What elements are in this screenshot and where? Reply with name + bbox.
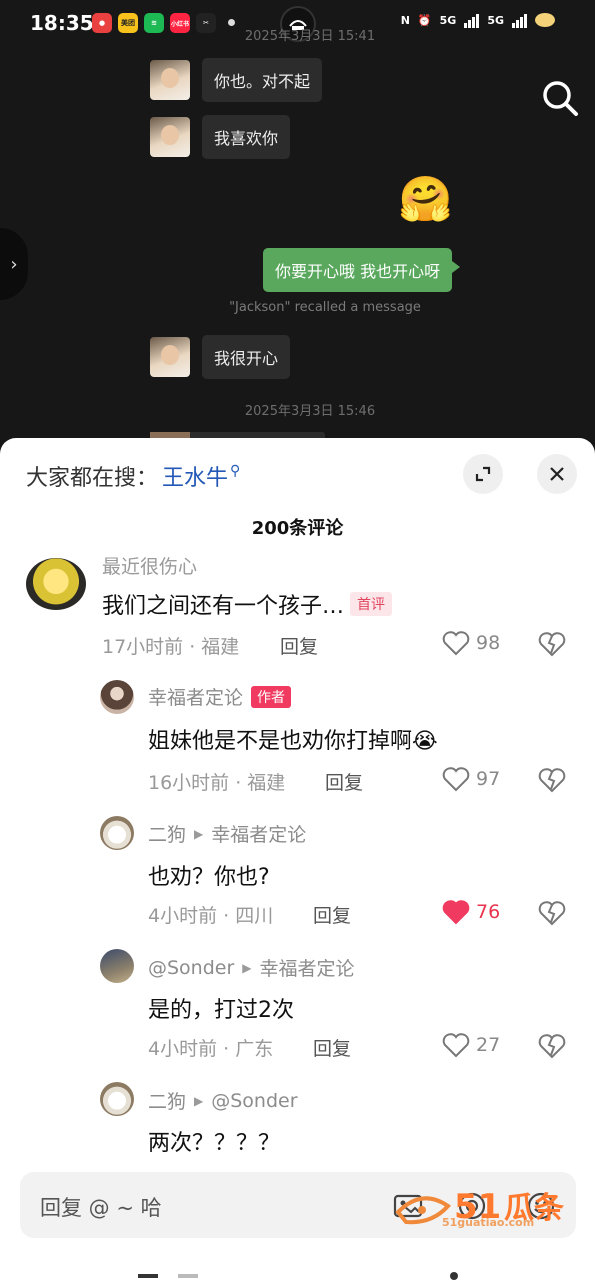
search-small-icon: ⚲ <box>230 463 241 479</box>
author-badge: 作者 <box>251 685 292 708</box>
username-text: 最近很伤心 <box>102 555 198 577</box>
close-icon <box>550 467 564 481</box>
avatar[interactable] <box>100 816 134 850</box>
chat-message: 我喜欢你 <box>150 115 291 159</box>
chat-message: 我很开心 <box>150 335 291 379</box>
comment-text: 是的，打过2次 <box>148 998 294 1023</box>
comment-text: 也劝？你也? <box>148 865 270 890</box>
comment-count: 200条评论 <box>251 518 344 539</box>
expand-side-panel-button[interactable]: › <box>0 228 28 300</box>
reply-arrow-icon: ▶ <box>242 960 252 975</box>
like-count: 76 <box>476 901 501 923</box>
avatar[interactable] <box>100 1082 134 1116</box>
bottom-nav-partial <box>138 1272 458 1280</box>
like-count: 98 <box>476 632 501 654</box>
reply-button[interactable]: 回复 <box>313 901 351 928</box>
comment-time-location: 4小时前 · 四川 <box>148 905 274 927</box>
dislike-icon[interactable] <box>538 1032 566 1060</box>
comment-time-location: 16小时前 · 福建 <box>148 772 286 794</box>
expand-icon <box>475 466 491 482</box>
chat-background: 18:35 ● 美团 ≋ 小红书 ✂ N ⏰ 5G 5G 2025年3月3日 1… <box>0 0 595 460</box>
comment-text: 两次？？？？ <box>148 1131 281 1156</box>
watermark-url: 51guatiao.com <box>442 1216 535 1229</box>
reply-to-name[interactable]: 幸福者定论 <box>260 954 355 981</box>
heart-icon <box>442 631 470 656</box>
comment-body: 我们之间还有一个孩子… <box>102 594 345 619</box>
network-label-2: 5G <box>487 13 504 27</box>
heart-filled-icon <box>442 900 470 925</box>
reply-button[interactable]: 回复 <box>313 1034 351 1061</box>
username-text: @Sonder <box>148 956 235 979</box>
first-comment-badge: 首评 <box>350 592 393 616</box>
comment-text: 姐妹他是不是也劝你打掉啊😭 <box>148 729 438 754</box>
message-bubble-outgoing: 你要开心哦 我也开心呀 <box>263 248 461 292</box>
status-time: 18:35 <box>30 11 94 35</box>
signal-icon-2 <box>512 12 527 28</box>
chat-timestamp: 2025年3月3日 15:46 <box>244 404 376 419</box>
app-icon: ● <box>92 13 112 33</box>
username-text: 二狗 <box>148 1091 187 1113</box>
username-text: 幸福者定论 <box>148 687 244 709</box>
avatar[interactable] <box>100 949 134 983</box>
like-button[interactable]: 97 <box>442 766 500 792</box>
meituan-icon: 美团 <box>118 13 138 33</box>
reply-to-name[interactable]: @Sonder <box>211 1090 297 1112</box>
like-button[interactable]: 98 <box>442 630 500 656</box>
image-icon[interactable] <box>392 1190 424 1222</box>
like-count: 97 <box>476 768 501 790</box>
trending-search[interactable]: 大家都在搜： 王水牛 ⚲ <box>26 460 240 492</box>
avatar <box>150 117 190 157</box>
battery-icon <box>535 13 555 27</box>
comment-username[interactable]: 最近很伤心 <box>102 554 198 577</box>
like-count: 27 <box>476 1034 501 1056</box>
message-bubble: 我很开心 <box>202 335 291 379</box>
comment-username[interactable]: 二狗 ▶ @Sonder <box>148 1087 298 1114</box>
comment-username[interactable]: 二狗 ▶ 幸福者定论 <box>148 820 306 847</box>
dislike-icon[interactable] <box>538 630 566 658</box>
comment-username[interactable]: 幸福者定论 作者 <box>148 683 292 710</box>
trending-search-keyword[interactable]: 王水牛 <box>162 460 228 492</box>
reply-to-name[interactable]: 幸福者定论 <box>211 820 306 847</box>
comment-time-location: 17小时前 · 福建 <box>102 636 240 658</box>
dislike-icon[interactable] <box>538 766 566 794</box>
avatar[interactable] <box>26 558 86 610</box>
comment-text: 我们之间还有一个孩子… 首评 <box>102 588 393 620</box>
reply-button[interactable]: 回复 <box>325 768 363 795</box>
chat-message: 你也。对不起 <box>150 58 323 102</box>
close-button[interactable] <box>537 454 577 494</box>
heart-icon <box>442 1033 470 1058</box>
comment-username[interactable]: @Sonder ▶ 幸福者定论 <box>148 954 355 981</box>
reply-input[interactable]: 回复 @ ~ 哈 <box>40 1192 162 1222</box>
username-text: 二狗 <box>148 824 187 846</box>
trending-search-prefix: 大家都在搜： <box>26 466 159 491</box>
chat-timestamp: 2025年3月3日 15:41 <box>244 29 376 44</box>
avatar <box>150 60 190 100</box>
comment-sheet: 大家都在搜： 王水牛 ⚲ 200条评论 最近很伤心 我们之间还有一个孩子… 首评… <box>0 438 595 1280</box>
heart-icon <box>442 767 470 792</box>
avatar <box>150 337 190 377</box>
reply-arrow-icon: ▶ <box>194 1093 204 1108</box>
hug-emoji: 🤗 <box>398 174 453 225</box>
comment-time-location: 4小时前 · 广东 <box>148 1038 274 1060</box>
search-icon[interactable] <box>540 78 580 118</box>
message-bubble: 我喜欢你 <box>202 115 291 159</box>
avatar[interactable] <box>100 680 134 714</box>
message-bubble: 你也。对不起 <box>202 58 323 102</box>
reply-arrow-icon: ▶ <box>194 826 204 841</box>
signal-icon <box>464 12 480 28</box>
dislike-icon[interactable] <box>538 899 566 927</box>
reply-button[interactable]: 回复 <box>280 632 318 659</box>
recall-notice: "Jackson" recalled a message <box>229 300 421 315</box>
like-button[interactable]: 27 <box>442 1032 500 1058</box>
expand-button[interactable] <box>463 454 503 494</box>
like-button[interactable]: 76 <box>442 899 500 925</box>
